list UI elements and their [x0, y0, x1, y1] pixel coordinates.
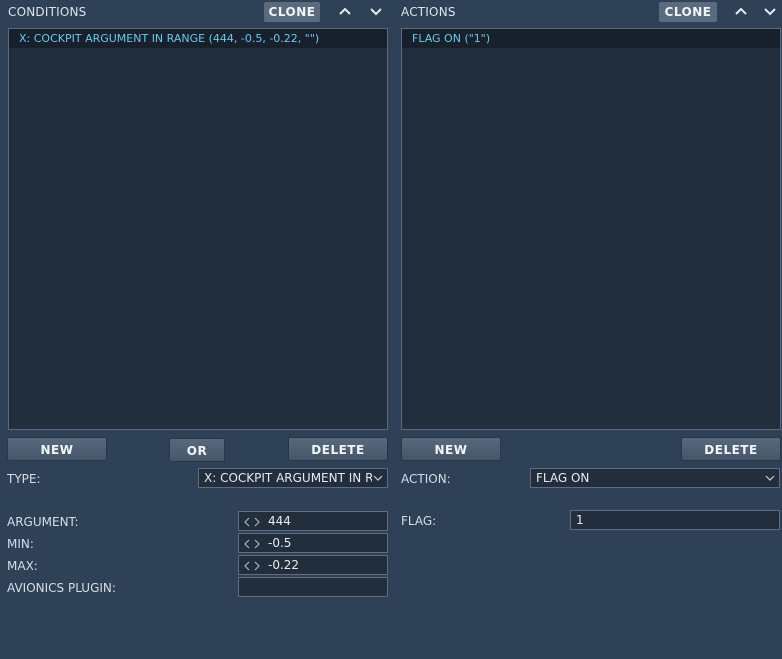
chevron-down-icon [373, 475, 383, 481]
action-label: ACTION: [401, 472, 451, 486]
conditions-or-button[interactable]: OR [169, 438, 225, 462]
chevron-left-icon[interactable] [242, 557, 252, 575]
chevron-right-icon[interactable] [252, 557, 262, 575]
chevron-left-icon[interactable] [242, 513, 252, 531]
argument-label: ARGUMENT: [7, 515, 79, 529]
actions-move-up-button[interactable] [732, 3, 750, 21]
flag-field[interactable]: 1 [570, 510, 780, 530]
actions-title: ACTIONS [401, 5, 456, 19]
type-select[interactable]: X: COCKPIT ARGUMENT IN RA [198, 468, 388, 488]
conditions-move-down-button[interactable] [367, 3, 385, 21]
conditions-list[interactable]: X: COCKPIT ARGUMENT IN RANGE (444, -0.5,… [8, 28, 388, 430]
argument-value: 444 [268, 514, 291, 528]
action-select-value: FLAG ON [536, 471, 590, 485]
chevron-down-icon [370, 8, 382, 16]
chevron-up-icon [735, 7, 747, 15]
type-select-value: X: COCKPIT ARGUMENT IN RA [204, 471, 372, 485]
avionics-plugin-label: AVIONICS PLUGIN: [7, 581, 116, 595]
argument-field[interactable]: 444 [238, 511, 388, 531]
actions-list-item[interactable]: FLAG ON ("1") [402, 29, 780, 48]
max-field[interactable]: -0.22 [238, 555, 388, 575]
min-label: MIN: [7, 537, 34, 551]
conditions-clone-button[interactable]: CLONE [264, 2, 320, 22]
flag-value: 1 [576, 513, 584, 527]
chevron-right-icon[interactable] [252, 513, 262, 531]
chevron-right-icon[interactable] [252, 535, 262, 553]
actions-new-button[interactable]: NEW [401, 437, 501, 461]
max-value: -0.22 [268, 558, 300, 572]
chevron-left-icon[interactable] [242, 535, 252, 553]
avionics-plugin-field[interactable] [238, 577, 388, 597]
min-field[interactable]: -0.5 [238, 533, 388, 553]
chevron-up-icon [339, 7, 351, 15]
action-select[interactable]: FLAG ON [530, 468, 780, 488]
conditions-delete-button[interactable]: DELETE [288, 437, 388, 461]
chevron-down-icon [765, 475, 775, 481]
conditions-move-up-button[interactable] [336, 3, 354, 21]
actions-delete-button[interactable]: DELETE [681, 437, 781, 461]
conditions-new-button[interactable]: NEW [7, 437, 107, 461]
actions-list[interactable]: FLAG ON ("1") [401, 28, 781, 430]
actions-clone-button[interactable]: CLONE [659, 2, 717, 22]
flag-label: FLAG: [401, 514, 437, 528]
actions-move-down-button[interactable] [761, 3, 779, 21]
max-label: MAX: [7, 559, 38, 573]
type-label: TYPE: [7, 472, 41, 486]
chevron-down-icon [764, 8, 776, 16]
conditions-title: CONDITIONS [8, 5, 87, 19]
min-value: -0.5 [268, 536, 292, 550]
conditions-list-item[interactable]: X: COCKPIT ARGUMENT IN RANGE (444, -0.5,… [9, 29, 387, 48]
